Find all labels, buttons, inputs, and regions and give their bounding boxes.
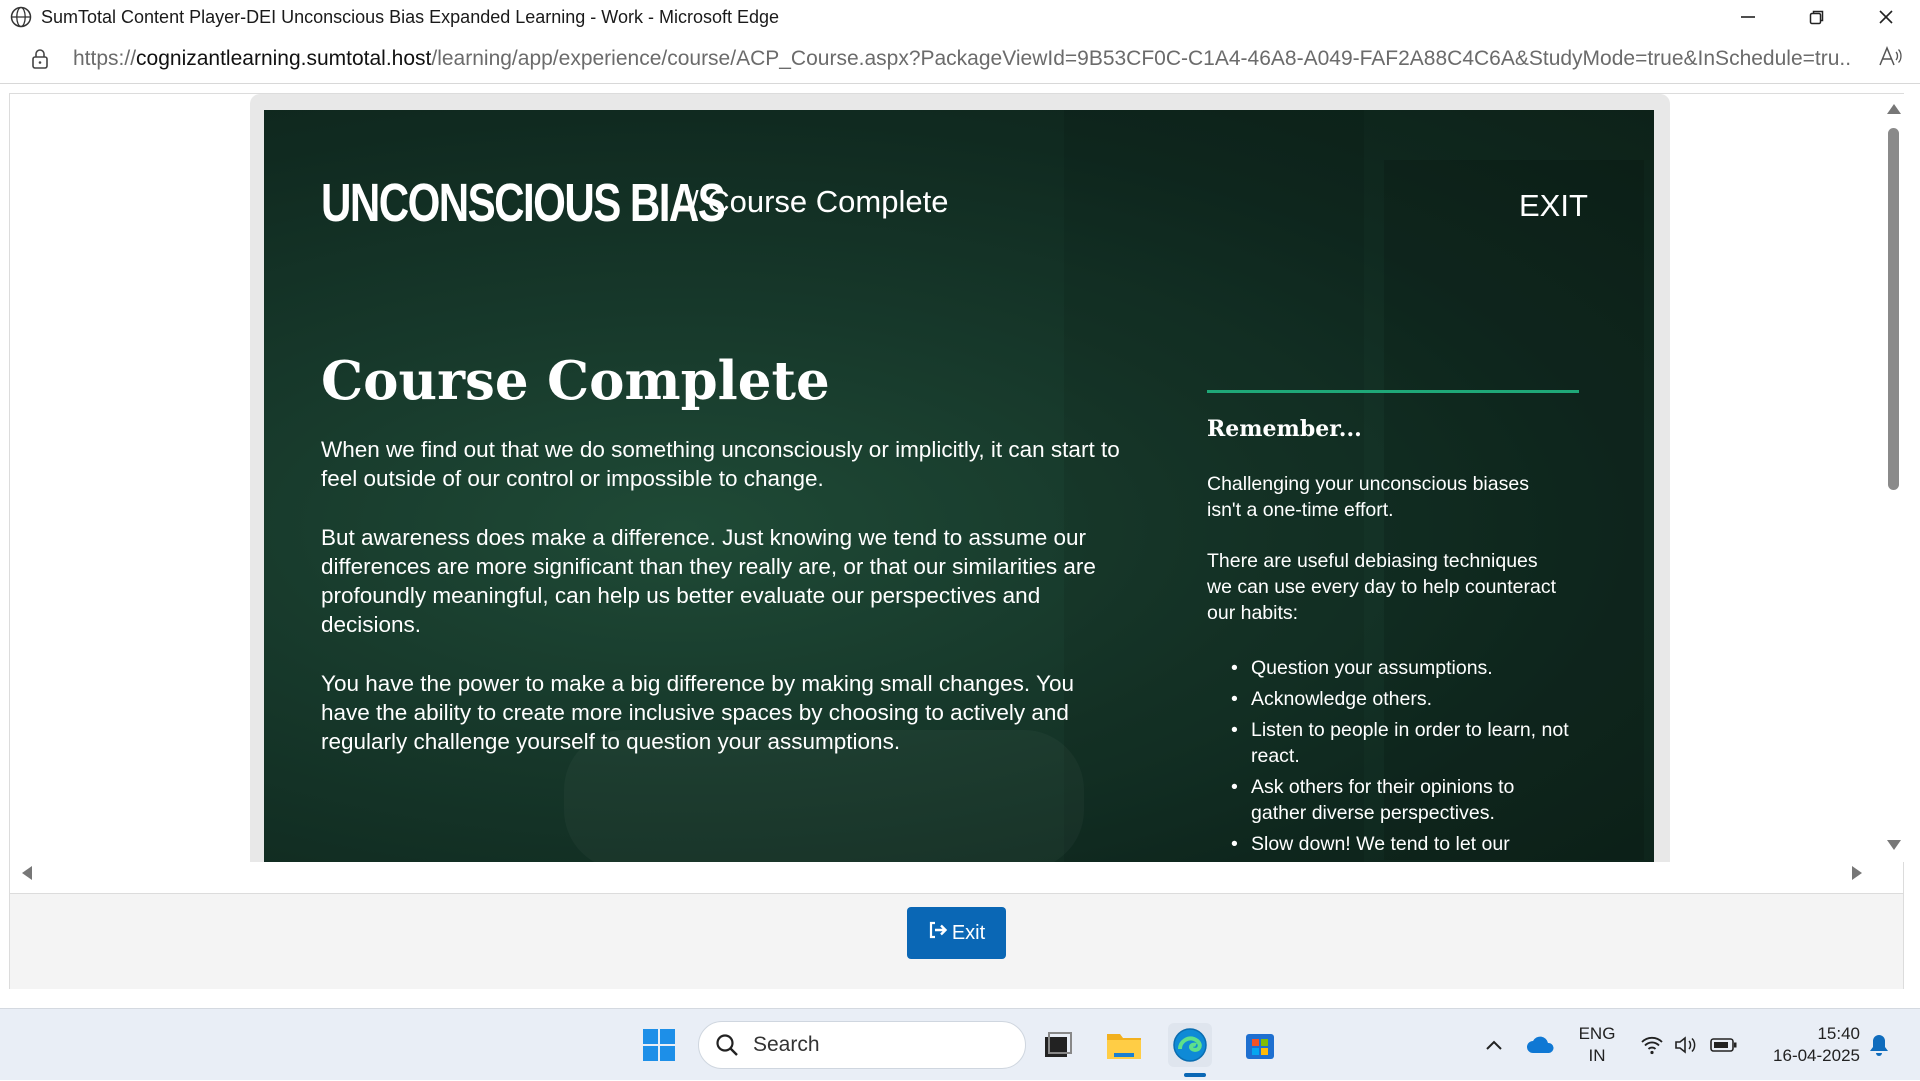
list-item: Slow down! We tend to let our: [1229, 831, 1569, 857]
onedrive-icon[interactable]: [1522, 1009, 1560, 1081]
vertical-scrollbar[interactable]: [1883, 94, 1904, 862]
course-brand-logo: UNCONSCIOUS BIAS: [321, 173, 726, 233]
window-title: SumTotal Content Player-DEI Unconscious …: [41, 6, 780, 27]
exit-button[interactable]: Exit: [907, 907, 1006, 959]
exit-button-label: Exit: [951, 921, 986, 944]
url-prefix: https://: [73, 46, 137, 70]
url-host: cognizantlearning.sumtotal.host: [136, 46, 432, 70]
url-text[interactable]: https://cognizantlearning.sumtotal.host/…: [73, 47, 1853, 71]
player-footer: Exit: [10, 893, 1903, 989]
list-item: Ask others for their opinions to gather …: [1229, 774, 1569, 826]
content-frame: UNCONSCIOUS BIAS / Course Complete EXIT …: [9, 93, 1904, 989]
taskbar-search[interactable]: Search: [698, 1021, 1026, 1069]
file-explorer-icon[interactable]: [1102, 1023, 1146, 1067]
breadcrumb: / Course Complete: [690, 184, 949, 219]
scroll-right-icon[interactable]: [1852, 866, 1862, 880]
language-indicator[interactable]: ENG IN: [1575, 1023, 1619, 1067]
paragraph: You have the power to make a big differe…: [321, 671, 1074, 754]
windows-start-icon[interactable]: [637, 1023, 681, 1067]
horizontal-scrollbar[interactable]: [10, 862, 1883, 883]
course-slide: UNCONSCIOUS BIAS / Course Complete EXIT …: [264, 110, 1654, 862]
lock-icon[interactable]: [29, 47, 51, 71]
tips-list: Question your assumptions. Acknowledge o…: [1229, 655, 1569, 862]
globe-icon: [9, 5, 33, 29]
remember-text: Challenging your unconscious biases isn'…: [1207, 473, 1529, 521]
list-item: Question your assumptions.: [1229, 655, 1569, 681]
clock-time: 15:40: [1817, 1024, 1860, 1043]
scroll-down-icon[interactable]: [1887, 840, 1901, 850]
task-view-icon[interactable]: [1036, 1023, 1080, 1067]
restore-icon[interactable]: [1782, 0, 1851, 34]
page-title: Course Complete: [321, 350, 830, 412]
remember-divider: [1207, 390, 1579, 393]
url-path: /learning/app/experience/course/ACP_Cour…: [431, 46, 1853, 70]
clock[interactable]: 15:40 16-04-2025: [1750, 1023, 1860, 1067]
search-icon: [715, 1033, 739, 1057]
battery-icon[interactable]: [1706, 1009, 1742, 1081]
window-titlebar: SumTotal Content Player-DEI Unconscious …: [0, 0, 1920, 34]
list-item: Acknowledge others.: [1229, 686, 1569, 712]
remember-text: There are useful debiasing techniques we…: [1207, 550, 1557, 624]
language-code: ENG: [1578, 1024, 1616, 1043]
region-code: IN: [1588, 1046, 1606, 1065]
paragraph: When we find out that we do something un…: [321, 437, 1120, 491]
course-viewport: UNCONSCIOUS BIAS / Course Complete EXIT …: [10, 94, 1883, 862]
scrollbar-thumb[interactable]: [1888, 128, 1899, 490]
store-icon[interactable]: [1238, 1023, 1282, 1067]
paragraph: But awareness does make a difference. Ju…: [321, 525, 1096, 637]
address-bar[interactable]: https://cognizantlearning.sumtotal.host/…: [0, 34, 1920, 84]
clock-date: 16-04-2025: [1773, 1046, 1860, 1065]
volume-icon[interactable]: [1670, 1009, 1702, 1081]
wifi-icon[interactable]: [1636, 1009, 1668, 1081]
search-label: Search: [753, 1033, 820, 1056]
list-item: Listen to people in order to learn, not …: [1229, 717, 1569, 769]
edge-browser-icon[interactable]: [1168, 1023, 1212, 1067]
taskbar: Search ENG IN 15:40 16-04-2025: [0, 1008, 1920, 1080]
close-icon[interactable]: [1851, 0, 1920, 34]
chevron-up-icon[interactable]: [1478, 1009, 1510, 1081]
active-app-indicator: [1184, 1073, 1206, 1077]
exit-link[interactable]: EXIT: [1519, 188, 1588, 224]
remember-title: Remember...: [1207, 416, 1362, 442]
notification-bell-icon[interactable]: [1864, 1009, 1894, 1081]
read-aloud-icon[interactable]: [1878, 46, 1902, 74]
scroll-left-icon[interactable]: [22, 866, 32, 880]
sign-out-icon: [928, 921, 948, 945]
minimize-icon[interactable]: [1713, 0, 1782, 34]
scroll-up-icon[interactable]: [1887, 104, 1901, 114]
